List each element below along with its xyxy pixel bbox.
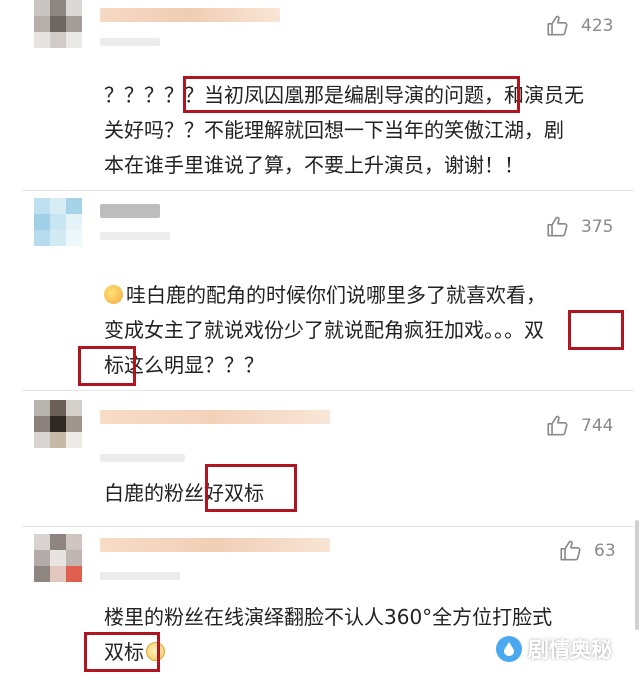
like-button[interactable]: 375 — [545, 214, 613, 240]
timestamp-blurred — [100, 38, 160, 46]
timestamp-blurred — [100, 454, 185, 462]
like-count: 63 — [594, 541, 616, 561]
comment-line: 哇白鹿的配角的时候你们说哪里多了就喜欢看， — [126, 283, 546, 307]
comment-line: 变成女主了就说戏份少了就说配角疯狂加戏。。。双 — [104, 318, 544, 342]
comment-line: 关好吗？？不能理解就回想一下当年的笑傲江湖，剧 — [104, 118, 564, 142]
comment-3: 744 白鹿的粉丝好双标 — [0, 396, 640, 526]
thumbs-up-icon — [545, 13, 571, 39]
thumbs-up-icon — [558, 538, 584, 564]
thumbs-up-icon — [545, 214, 571, 240]
comment-line: 标这么明显？？？ — [104, 353, 264, 377]
avatar[interactable] — [34, 198, 82, 246]
highlight-box — [205, 464, 297, 512]
scrollbar[interactable] — [635, 520, 639, 630]
like-button[interactable]: 63 — [558, 538, 616, 564]
divider — [22, 526, 634, 527]
username-blurred[interactable] — [100, 410, 330, 424]
divider — [22, 390, 634, 391]
avatar[interactable] — [34, 400, 82, 448]
watermark: 剧情奥秘 — [496, 634, 612, 664]
avatar[interactable] — [34, 0, 82, 48]
divider — [22, 190, 634, 191]
drooling-face-emoji-icon — [104, 285, 123, 304]
comment-1: 423 ？？？？？当初凤囚凰那是编剧导演的问题，和演员无 关好吗？？不能理解就回… — [0, 0, 640, 190]
highlight-box — [78, 346, 136, 386]
highlight-box — [84, 632, 160, 672]
comment-line: 楼里的粉丝在线演绎翻脸不认人360°全方位打脸式 — [104, 605, 553, 629]
like-count: 375 — [581, 217, 614, 237]
username-blurred[interactable] — [100, 204, 160, 218]
comment-text: 哇白鹿的配角的时候你们说哪里多了就喜欢看， 变成女主了就说戏份少了就说配角疯狂加… — [104, 278, 546, 383]
comment-line: 本在谁手里谁说了算，不要上升演员，谢谢！！ — [104, 153, 524, 177]
username-blurred[interactable] — [100, 8, 280, 22]
highlight-box — [183, 76, 520, 113]
comment-2: 375 哇白鹿的配角的时候你们说哪里多了就喜欢看， 变成女主了就说戏份少了就说配… — [0, 196, 640, 391]
highlight-box — [568, 310, 624, 350]
like-button[interactable]: 423 — [545, 13, 613, 39]
like-count: 744 — [581, 416, 614, 436]
water-drop-icon — [496, 636, 522, 662]
like-button[interactable]: 744 — [545, 413, 613, 439]
avatar[interactable] — [34, 534, 82, 582]
like-count: 423 — [581, 16, 614, 36]
watermark-text: 剧情奥秘 — [528, 638, 612, 662]
timestamp-blurred — [100, 572, 180, 580]
username-blurred[interactable] — [100, 538, 330, 552]
comment-text: 楼里的粉丝在线演绎翻脸不认人360°全方位打脸式 双标 — [104, 600, 552, 670]
timestamp-blurred — [100, 232, 170, 240]
thumbs-up-icon — [545, 413, 571, 439]
